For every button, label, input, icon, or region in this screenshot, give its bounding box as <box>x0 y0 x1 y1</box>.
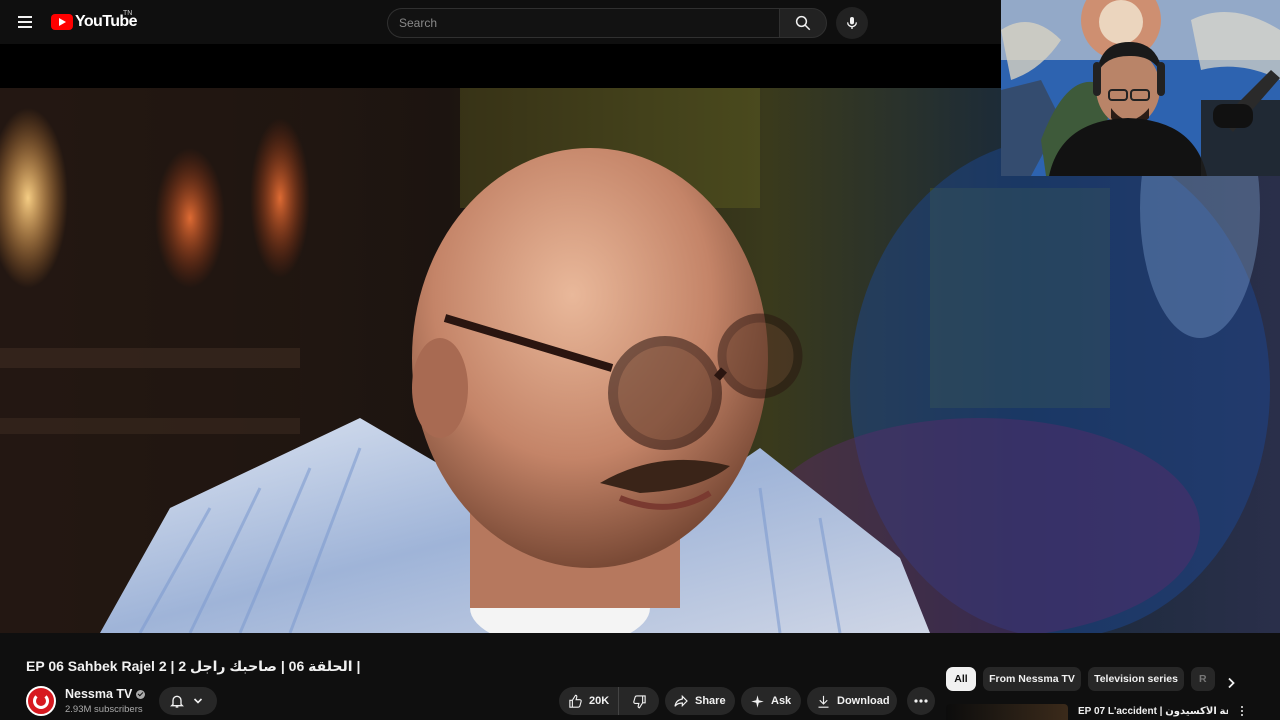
mic-icon <box>847 17 857 29</box>
recommended-video-menu-icon[interactable] <box>1236 706 1248 720</box>
dislike-button[interactable] <box>619 687 659 715</box>
thumbs-up-icon <box>569 694 582 708</box>
more-actions-button[interactable] <box>907 687 935 715</box>
channel-avatar[interactable] <box>26 686 56 716</box>
like-button[interactable]: 20K <box>559 687 619 715</box>
chip-from-channel[interactable]: From Nessma TV <box>983 667 1081 691</box>
chip-truncated[interactable]: R <box>1191 667 1215 691</box>
ask-label: Ask <box>771 695 792 707</box>
ask-button[interactable]: Ask <box>741 687 801 715</box>
recommended-video-title[interactable]: EP 07 L'accident | الحلقة الأكسيدون <box>1078 706 1228 717</box>
thumbs-down-icon <box>632 694 646 708</box>
like-dislike-group: 20K <box>559 687 659 715</box>
chip-television-series[interactable]: Television series <box>1088 667 1184 691</box>
search-input[interactable] <box>387 8 779 38</box>
like-count: 20K <box>589 695 610 707</box>
video-title: EP 06 Sahbek Rajel 2 | الحلقة 06 | صاحبك… <box>26 658 361 674</box>
verified-icon <box>136 689 146 699</box>
chevron-right-icon <box>1228 677 1235 689</box>
channel-name: Nessma TV <box>65 687 133 701</box>
subscriber-count: 2.93M subscribers <box>65 704 143 715</box>
logo-country-code: TN <box>123 10 133 17</box>
chips-next-button[interactable] <box>1220 672 1242 694</box>
notification-bell-button[interactable] <box>159 687 217 715</box>
more-horizontal-icon <box>914 699 928 703</box>
sparkle-icon <box>751 694 764 708</box>
voice-search-button[interactable] <box>836 7 868 39</box>
streamer-camera-image <box>1001 0 1280 176</box>
channel-name-link[interactable]: Nessma TV <box>65 687 146 701</box>
play-logo-icon <box>51 14 73 30</box>
youtube-logo[interactable]: YouTube TN <box>51 10 137 31</box>
bell-icon <box>170 695 184 708</box>
share-icon <box>674 694 688 708</box>
search-icon <box>795 15 811 31</box>
download-icon <box>818 695 829 708</box>
webcam-overlay <box>1001 0 1280 176</box>
chevron-down-icon <box>193 698 203 704</box>
search-bar <box>387 8 827 38</box>
channel-logo-icon <box>33 693 49 709</box>
download-label: Download <box>837 695 890 707</box>
share-button[interactable]: Share <box>665 687 735 715</box>
top-bar: YouTube TN <box>0 0 1000 44</box>
chip-all[interactable]: All <box>946 667 976 691</box>
download-button[interactable]: Download <box>807 687 897 715</box>
search-button[interactable] <box>779 8 827 38</box>
recommended-video-thumbnail[interactable] <box>946 704 1068 720</box>
share-label: Share <box>695 695 726 707</box>
menu-icon[interactable] <box>14 11 36 33</box>
